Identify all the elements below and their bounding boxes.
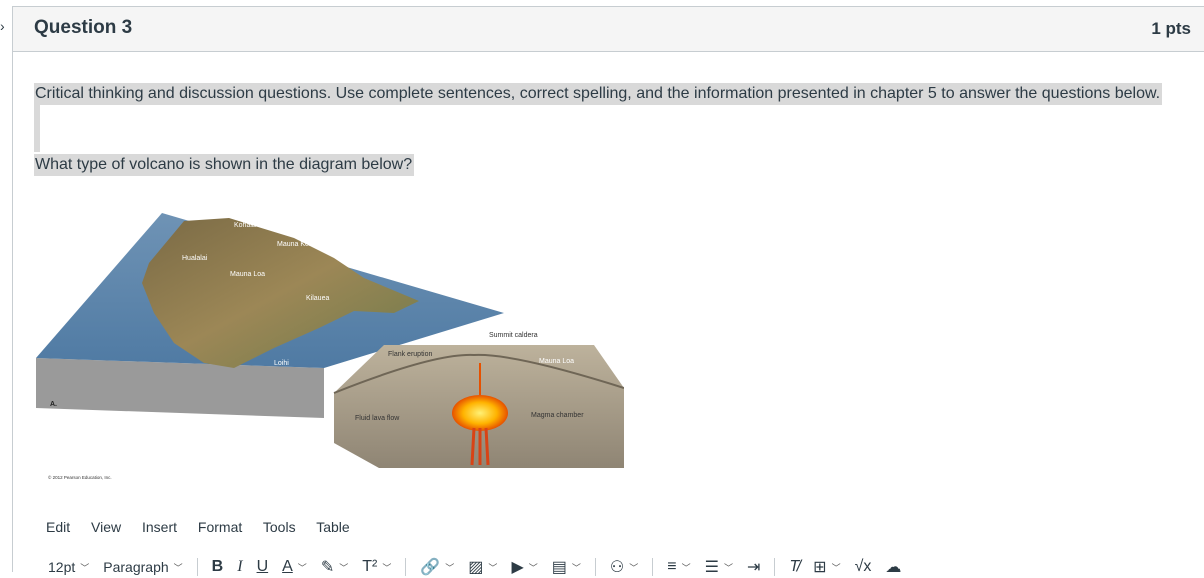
block-side [36, 358, 324, 418]
text-color-icon[interactable]: A ﹀ [282, 558, 307, 576]
question-points: 1 pts [1151, 19, 1191, 38]
superscript-label: T² [362, 558, 378, 575]
chevron-down-icon: ﹀ [80, 562, 90, 573]
magma-chamber-shape [452, 395, 508, 431]
instructions-text: Critical thinking and discussion questio… [34, 83, 1163, 105]
align-icon[interactable]: ≡ ﹀ [667, 558, 690, 576]
font-size-select[interactable]: 12pt ﹀ [48, 559, 89, 575]
toolbar-divider [405, 558, 407, 576]
collapse-arrow-icon[interactable]: › [0, 18, 5, 34]
editor-toolbar: 12pt ﹀ Paragraph ﹀ B I U A ﹀ ✎ ﹀ T² ﹀ 🔗 ﹀ ▨ ﹀ ▶… [48, 556, 915, 578]
label-mauna-loa: Mauna Loa [230, 271, 265, 278]
toolbar-divider [774, 558, 776, 576]
copyright-text: © 2012 Pearson Education, Inc. [48, 474, 112, 480]
toolbar-divider [594, 558, 596, 576]
superscript-icon[interactable]: T² ﹀ [362, 558, 391, 576]
editor-menubar: Edit View Insert Format Tools Table [46, 519, 367, 535]
font-size-value: 12pt [48, 559, 76, 575]
chevron-down-icon: ﹀ [173, 562, 183, 573]
menu-view[interactable]: View [91, 519, 121, 535]
bold-icon[interactable]: B [212, 558, 224, 576]
document-icon[interactable]: ▤ ﹀ [552, 557, 581, 577]
label-fluid-lava-flow: Fluid lava flow [355, 415, 400, 422]
question-title: Question 3 [34, 17, 133, 38]
link-icon[interactable]: 🔗 ﹀ [420, 557, 454, 577]
menu-tools[interactable]: Tools [263, 519, 296, 535]
menu-table[interactable]: Table [316, 519, 349, 535]
menu-format[interactable]: Format [198, 519, 242, 535]
label-loihi: Loihi [274, 360, 289, 367]
question-card: Question 3 1 pts Critical thinking and d… [12, 6, 1204, 576]
clear-formatting-icon[interactable]: T̸ [789, 558, 799, 576]
question-prompt: What type of volcano is shown in the dia… [34, 154, 415, 176]
table-icon[interactable]: ⊞ ﹀ [813, 557, 840, 577]
media-icon[interactable]: ▶ ﹀ [511, 557, 537, 577]
image-icon[interactable]: ▨ ﹀ [468, 557, 497, 577]
label-hualalai: Hualalai [182, 255, 208, 262]
toolbar-divider [652, 558, 654, 576]
equation-icon[interactable]: √x [855, 558, 872, 576]
blank-highlight [34, 105, 40, 152]
highlight-color-icon[interactable]: ✎ ﹀ [321, 557, 348, 577]
label-flank-eruption: Flank eruption [388, 351, 432, 358]
label-magma-chamber: Magma chamber [531, 412, 584, 419]
underline-icon[interactable]: U [257, 558, 269, 576]
list-icon[interactable]: ☰ ﹀ [705, 557, 733, 577]
label-hawaii: HAWAII [367, 249, 398, 259]
question-header: Question 3 1 pts [13, 7, 1204, 52]
volcano-diagram: Kohala Mauna Kea Hualalai HAWAII Mauna L… [36, 213, 624, 480]
toolbar-divider [196, 558, 198, 576]
italic-icon[interactable]: I [237, 558, 242, 576]
indent-icon[interactable]: ⇥ [747, 557, 760, 577]
label-mauna-kea: Mauna Kea [277, 241, 313, 248]
label-kohala: Kohala [234, 222, 256, 229]
menu-edit[interactable]: Edit [46, 519, 70, 535]
label-panel: A. [50, 401, 57, 408]
block-format-value: Paragraph [103, 559, 169, 575]
menu-insert[interactable]: Insert [142, 519, 177, 535]
label-kilauea: Kilauea [306, 295, 329, 302]
cloud-icon[interactable]: ☁ [885, 557, 901, 577]
block-format-select[interactable]: Paragraph ﹀ [103, 559, 182, 575]
label-summit-caldera: Summit caldera [489, 332, 538, 339]
plugin-icon[interactable]: ⚇ ﹀ [610, 557, 638, 577]
label-mauna-loa-cross: Mauna Loa [539, 358, 574, 365]
